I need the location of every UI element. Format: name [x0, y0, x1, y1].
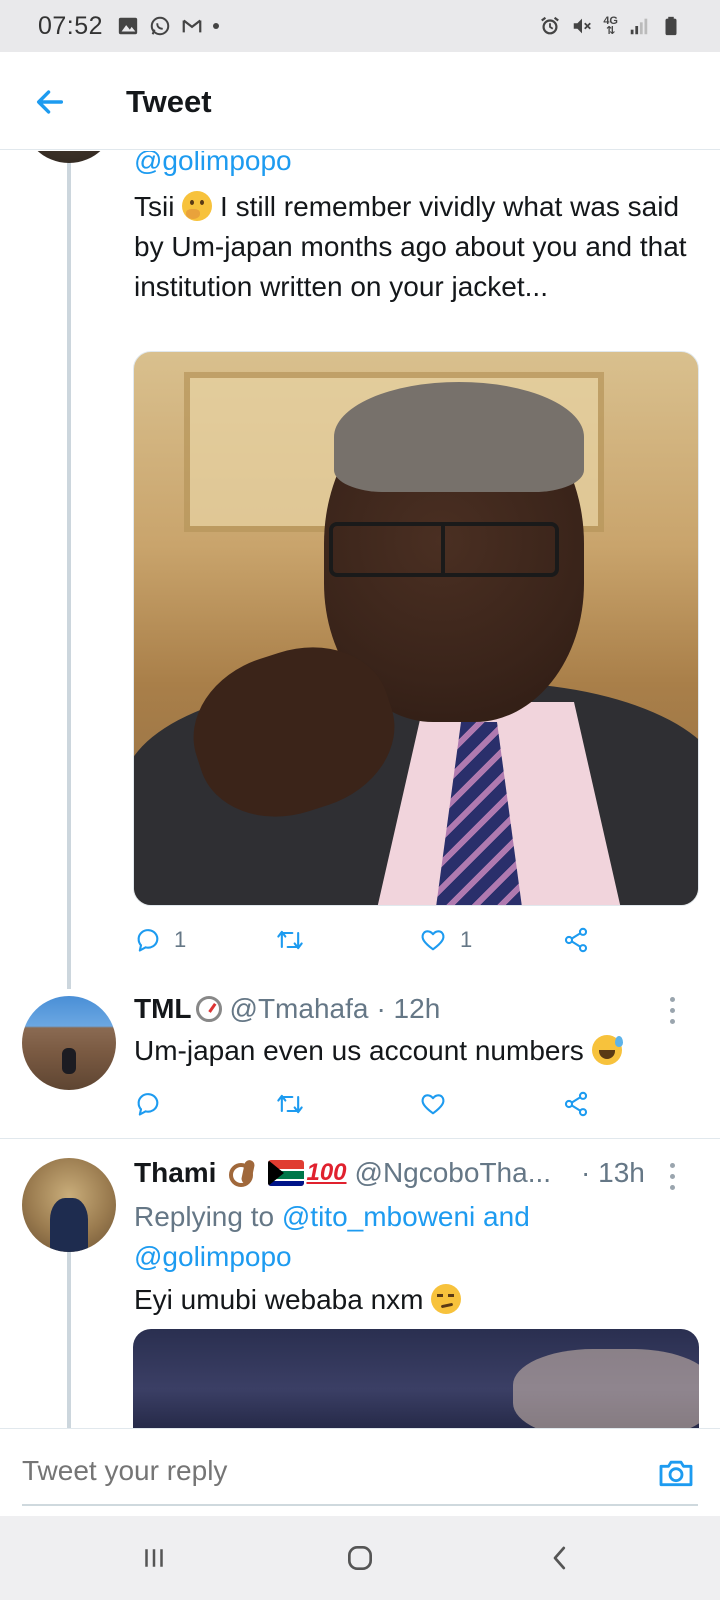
mention-link[interactable]: @tito_mboweni and: [282, 1201, 530, 1232]
grinning-sweat-emoji: [591, 1035, 623, 1065]
reply-composer: [0, 1428, 720, 1516]
more-options-icon[interactable]: [668, 997, 676, 1024]
mention-link[interactable]: @golimpopo: [134, 151, 292, 177]
home-button[interactable]: [338, 1536, 382, 1580]
share-icon: [564, 927, 588, 953]
reply-button[interactable]: [134, 1090, 162, 1118]
mention-link[interactable]: @golimpopo: [134, 1241, 292, 1272]
like-count: 1: [460, 927, 473, 952]
home-icon: [348, 1546, 372, 1570]
more-options-icon[interactable]: [668, 1163, 676, 1190]
camera-button[interactable]: [656, 1453, 696, 1493]
system-navigation-bar: [0, 1516, 720, 1600]
mute-icon: [574, 18, 592, 34]
display-name[interactable]: Thami: [134, 1157, 216, 1189]
image-icon: [118, 17, 138, 35]
heart-icon: [421, 1094, 445, 1115]
recent-apps-button[interactable]: [132, 1536, 176, 1580]
system-back-button[interactable]: [538, 1536, 582, 1580]
tweet-header: Tweet: [0, 52, 720, 150]
thinking-face-emoji: [182, 191, 213, 221]
ok-hand-emoji: [226, 1158, 256, 1188]
status-left-icons: [117, 15, 220, 37]
reply-underline: [22, 1504, 698, 1506]
retweet-button[interactable]: [274, 926, 318, 954]
whatsapp-icon: [150, 16, 170, 36]
status-time: 07:52: [38, 11, 104, 40]
tweet-text: Um-japan even us account numbers: [134, 1031, 623, 1071]
heart-icon: [421, 930, 445, 951]
like-button[interactable]: 1: [418, 926, 472, 954]
tweet-text: Tsii I still remember vividly what was s…: [134, 191, 687, 302]
reply-icon: [137, 929, 159, 952]
retweet-icon: [277, 1094, 303, 1114]
share-icon: [564, 1091, 588, 1117]
tweet-text: Eyi umubi webaba nxm: [134, 1280, 462, 1320]
hundred-points-emoji: 100: [306, 1159, 347, 1186]
timestamp: · 12h: [376, 993, 441, 1024]
tweet-actions: [134, 1084, 694, 1124]
tweet-author-line: Thami 100 @NgcoboTha... · 13h: [134, 1157, 645, 1189]
divider: [0, 1138, 720, 1139]
alarm-icon: [541, 16, 560, 35]
reply-input[interactable]: [22, 1451, 522, 1491]
replying-to: Replying to @tito_mboweni and @golimpopo: [134, 1201, 530, 1272]
reply-button[interactable]: 1: [134, 926, 186, 954]
page-title: Tweet: [126, 84, 212, 119]
stopwatch-emoji: [195, 996, 222, 1022]
status-bar: 07:52 4G ⇅: [0, 0, 720, 52]
user-handle[interactable]: @NgcoboTha...: [355, 1157, 552, 1189]
back-button[interactable]: [30, 82, 70, 122]
gmail-icon: [182, 19, 202, 33]
thread-line: [67, 151, 71, 989]
display-name[interactable]: TML: [134, 993, 192, 1025]
user-handle[interactable]: @Tmahafa: [230, 993, 369, 1025]
back-icon: [553, 1546, 566, 1570]
avatar[interactable]: [22, 151, 116, 163]
reply-icon: [137, 1093, 159, 1116]
tweet-photo[interactable]: [133, 351, 699, 906]
share-button[interactable]: [562, 926, 590, 954]
reply-count: 1: [174, 927, 187, 952]
share-button[interactable]: [562, 1090, 590, 1118]
tweet-author-line: TML @Tmahafa · 12h: [134, 993, 440, 1025]
retweet-button[interactable]: [274, 1090, 306, 1118]
recent-apps-icon: [145, 1549, 163, 1567]
avatar[interactable]: [22, 1158, 116, 1252]
network-indicator: 4G ⇅: [603, 15, 618, 37]
notification-dot: [213, 23, 220, 29]
battery-icon: [665, 16, 677, 36]
south-africa-flag-emoji: [268, 1160, 305, 1186]
thread-line: [67, 1251, 71, 1428]
conversation[interactable]: @golimpopo Tsii I still remember vividly…: [0, 151, 720, 1428]
like-button[interactable]: [418, 1090, 448, 1118]
signal-bars-icon: [630, 18, 648, 35]
camera-icon: [659, 1460, 693, 1487]
retweet-icon: [277, 930, 303, 950]
tweet-actions: 1 1: [134, 920, 694, 960]
smirking-face-emoji: [431, 1284, 462, 1314]
photo-glasses: [329, 522, 559, 577]
status-right-icons: 4G ⇅: [539, 15, 682, 37]
avatar[interactable]: [22, 996, 116, 1090]
back-arrow-icon: [36, 90, 64, 114]
timestamp: · 13h: [581, 1157, 645, 1188]
photo-hair: [334, 382, 584, 492]
tweet-photo[interactable]: [133, 1329, 699, 1428]
